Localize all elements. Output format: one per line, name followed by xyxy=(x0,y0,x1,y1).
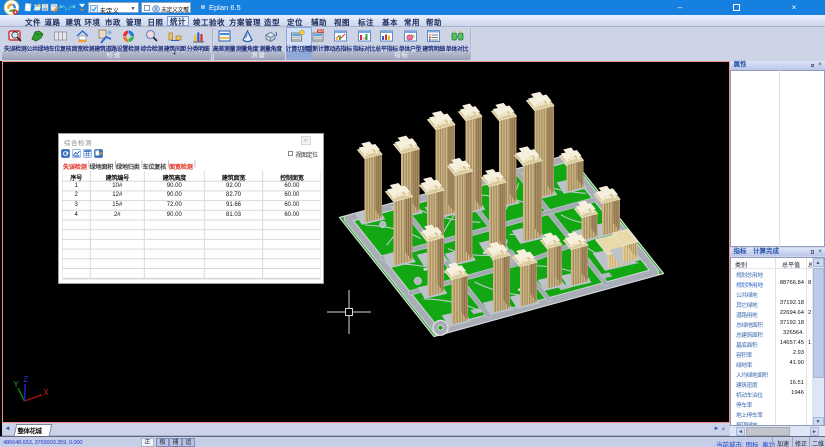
svg-text:X: X xyxy=(43,388,49,397)
svg-text:vs: vs xyxy=(362,35,366,40)
svg-text:NEW: NEW xyxy=(317,29,324,33)
svg-text:Z: Z xyxy=(23,375,28,384)
svg-text:Y: Y xyxy=(13,380,19,389)
